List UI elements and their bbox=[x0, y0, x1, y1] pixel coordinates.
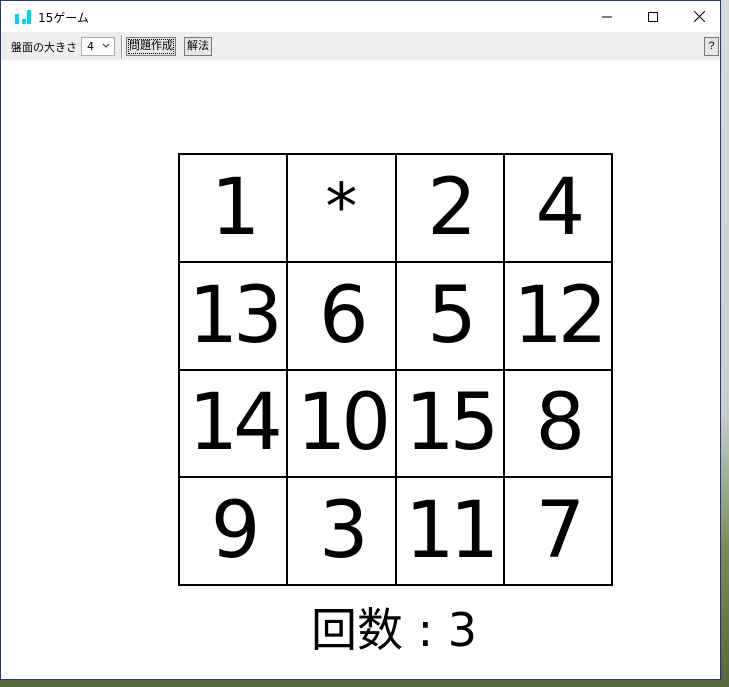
close-icon bbox=[693, 11, 705, 22]
toolbar: 盤面の大きさ 4 問題作成 解法 ? bbox=[1, 32, 720, 60]
help-button[interactable]: ? bbox=[704, 37, 719, 56]
maximize-icon bbox=[648, 11, 658, 22]
solve-button[interactable]: 解法 bbox=[184, 37, 212, 56]
puzzle-tile[interactable]: 14 bbox=[180, 370, 289, 479]
puzzle-tile[interactable]: 13 bbox=[180, 262, 289, 371]
blank-tile[interactable]: * bbox=[288, 155, 397, 263]
window-title: 15ゲーム bbox=[38, 11, 89, 25]
app-icon bbox=[14, 10, 34, 24]
puzzle-tile[interactable]: 7 bbox=[504, 478, 613, 586]
puzzle-tile[interactable]: 6 bbox=[288, 262, 397, 371]
minimize-icon bbox=[602, 16, 612, 17]
board-size-value: 4 bbox=[87, 40, 94, 53]
puzzle-tile[interactable]: 9 bbox=[180, 478, 289, 586]
puzzle-tile[interactable]: 3 bbox=[288, 478, 397, 586]
puzzle-tile[interactable]: 4 bbox=[504, 155, 613, 263]
toolbar-separator bbox=[121, 35, 123, 58]
puzzle-tile[interactable]: 5 bbox=[396, 262, 505, 371]
board-size-select[interactable]: 4 bbox=[81, 37, 115, 56]
minimize-button[interactable] bbox=[584, 1, 630, 32]
puzzle-tile[interactable]: 8 bbox=[504, 370, 613, 479]
puzzle-tile[interactable]: 15 bbox=[396, 370, 505, 479]
move-counter: 回数 : 3 bbox=[311, 603, 478, 657]
puzzle-tile[interactable]: 12 bbox=[504, 262, 613, 371]
puzzle-tile[interactable]: 1 bbox=[180, 155, 289, 263]
chevron-down-icon bbox=[102, 43, 110, 48]
puzzle-board: 1 * 2 4 13 6 5 12 14 10 15 8 9 3 11 7 bbox=[178, 153, 613, 586]
create-puzzle-button[interactable]: 問題作成 bbox=[126, 37, 176, 56]
puzzle-tile[interactable]: 11 bbox=[396, 478, 505, 586]
close-button[interactable] bbox=[676, 1, 722, 32]
maximize-button[interactable] bbox=[630, 1, 676, 32]
title-bar[interactable]: 15ゲーム bbox=[1, 1, 720, 32]
board-size-label: 盤面の大きさ bbox=[11, 41, 77, 54]
puzzle-tile[interactable]: 2 bbox=[396, 155, 505, 263]
app-window: 15ゲーム 盤面の大きさ 4 問題作成 解法 ? 1 * 2 4 13 6 5 12 14 10 1… bbox=[0, 0, 721, 680]
puzzle-tile[interactable]: 10 bbox=[288, 370, 397, 479]
